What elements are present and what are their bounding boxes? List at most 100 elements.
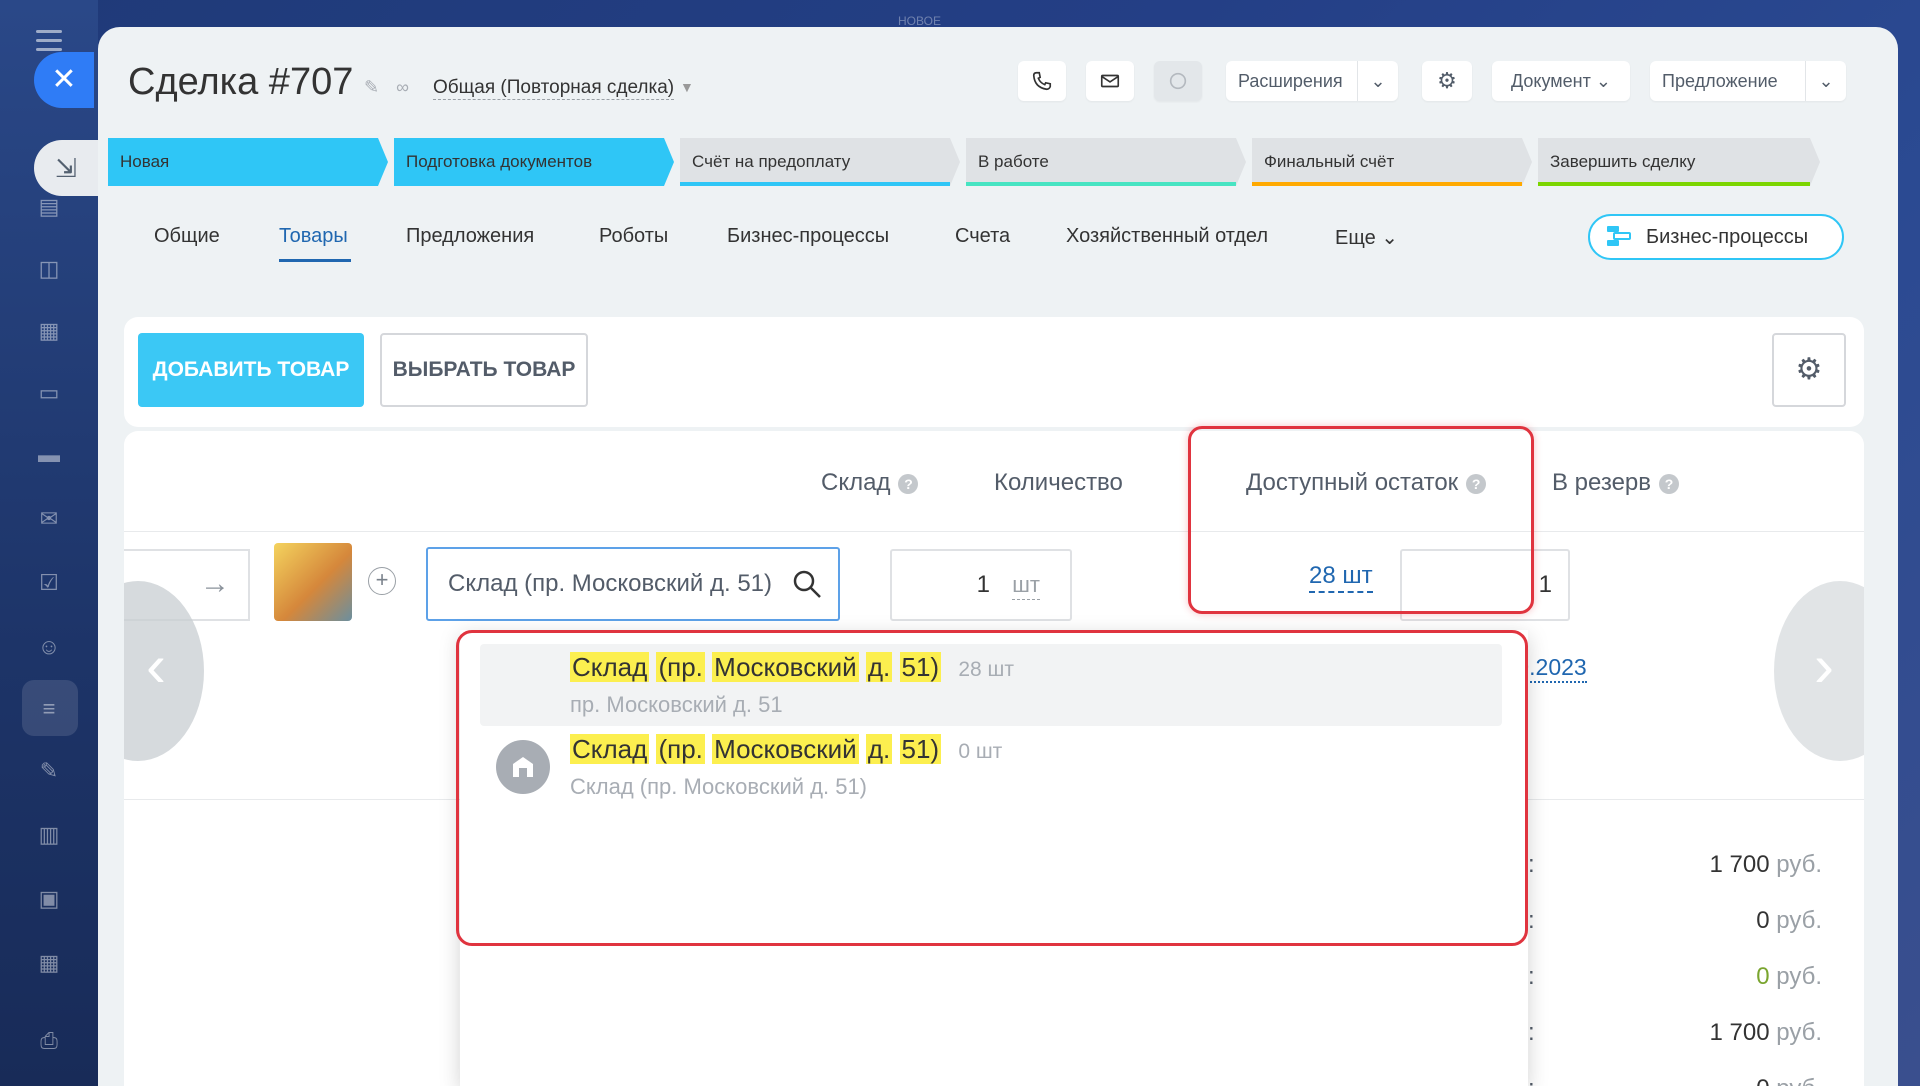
currency: руб. xyxy=(1776,963,1822,990)
tab-offers[interactable]: Предложения xyxy=(406,225,534,248)
phone-icon xyxy=(1032,71,1052,91)
business-processes-button[interactable]: Бизнес-процессы xyxy=(1588,214,1844,260)
stage-label: Счёт на предоплату xyxy=(692,152,851,171)
dropdown-highlight xyxy=(456,630,1528,946)
stage-new[interactable]: Новая xyxy=(108,138,388,186)
stage-final-invoice[interactable]: Финальный счёт xyxy=(1252,138,1532,186)
gear-icon: ⚙ xyxy=(1437,68,1457,93)
tasks-icon[interactable]: ☑ xyxy=(34,568,64,598)
chevron-down-icon[interactable]: ▼ xyxy=(680,79,694,95)
deal-category-selector[interactable]: Общая (Повторная сделка) xyxy=(433,77,675,100)
total-value: 0 руб. xyxy=(1756,963,1822,991)
tab-invoices[interactable]: Счета xyxy=(955,225,1010,248)
call-button[interactable] xyxy=(1018,61,1066,101)
total-label: : xyxy=(1528,851,1535,878)
grid-icon[interactable]: ▦ xyxy=(34,948,64,978)
edit-link-icons[interactable]: ✎ ∞ xyxy=(364,77,415,98)
sites-icon[interactable]: ▣ xyxy=(34,884,64,914)
stage-in-work[interactable]: В работе xyxy=(966,138,1246,186)
stage-docs[interactable]: Подготовка документов xyxy=(394,138,674,186)
tab-more-label: Еще xyxy=(1335,227,1376,249)
help-icon[interactable]: ? xyxy=(898,473,919,494)
calendar-icon[interactable]: ▦ xyxy=(34,316,64,346)
edit-icon[interactable]: ✎ xyxy=(34,756,64,786)
unit-selector[interactable]: шт xyxy=(1012,571,1040,600)
crm-icon[interactable]: ≡ xyxy=(34,694,64,724)
chart-icon[interactable]: ▥ xyxy=(34,820,64,850)
extensions-button[interactable]: Расширения ⌄ xyxy=(1226,61,1398,101)
stage-prepay[interactable]: Счёт на предоплату xyxy=(680,138,960,186)
add-product-button[interactable]: ДОБАВИТЬ ТОВАР xyxy=(138,333,364,407)
total-label: : xyxy=(1528,963,1535,990)
warehouse-input-value: Склад (пр. Московский д. 51) xyxy=(448,570,773,597)
column-label: В резерв xyxy=(1552,469,1652,496)
bp-button-label: Бизнес-процессы xyxy=(1646,226,1809,248)
print-icon[interactable]: ⎙ xyxy=(34,1026,64,1056)
amount: 0 xyxy=(1756,1075,1769,1086)
tab-more[interactable]: Еще ⌄ xyxy=(1335,225,1398,250)
amount: 1 700 xyxy=(1709,1019,1770,1046)
stage-finish[interactable]: Завершить сделку xyxy=(1538,138,1820,186)
column-warehouse: Склад? xyxy=(821,469,919,497)
stage-label: Новая xyxy=(120,152,170,171)
amount: 1 700 xyxy=(1709,851,1770,878)
document-icon[interactable]: ▤ xyxy=(34,192,64,222)
document-label: Документ xyxy=(1511,71,1591,91)
document-button[interactable]: Документ ⌄ xyxy=(1492,61,1630,101)
active-tab-indicator xyxy=(279,259,351,262)
search-icon[interactable] xyxy=(792,569,822,599)
column-reserve: В резерв? xyxy=(1552,469,1680,497)
tab-business-dept[interactable]: Хозяйственный отдел xyxy=(1066,225,1268,248)
products-toolbar: ДОБАВИТЬ ТОВАР ВЫБРАТЬ ТОВАР ⚙ xyxy=(124,317,1864,427)
expand-icon[interactable]: ⇲ xyxy=(34,140,98,196)
currency: руб. xyxy=(1776,1019,1822,1046)
contacts-icon[interactable]: ☺ xyxy=(34,632,64,662)
total-label: : xyxy=(1528,1075,1535,1086)
column-label: Склад xyxy=(821,469,891,496)
chevron-down-icon: ⌄ xyxy=(1381,227,1399,249)
product-image[interactable] xyxy=(274,543,352,621)
tab-business-processes[interactable]: Бизнес-процессы xyxy=(727,225,889,248)
currency: руб. xyxy=(1776,851,1822,878)
currency: руб. xyxy=(1776,907,1822,934)
chat-icon xyxy=(1169,72,1187,90)
add-image-icon[interactable]: + xyxy=(368,567,396,595)
tab-robots[interactable]: Роботы xyxy=(599,225,668,248)
offer-label: Предложение xyxy=(1662,71,1778,91)
scroll-right-button[interactable]: › xyxy=(1774,581,1864,761)
amount: 0 xyxy=(1756,963,1770,990)
chat-button[interactable] xyxy=(1154,61,1202,101)
mail-icon xyxy=(1100,74,1120,88)
close-icon[interactable]: ✕ xyxy=(34,52,94,108)
total-label: : xyxy=(1528,1019,1535,1046)
offer-button[interactable]: Предложение ⌄ xyxy=(1650,61,1846,101)
file-icon[interactable]: ▭ xyxy=(34,378,64,408)
card-icon[interactable]: ▬ xyxy=(34,440,64,470)
settings-button[interactable]: ⚙ xyxy=(1422,61,1472,101)
mail-button[interactable] xyxy=(1086,61,1134,101)
quantity-field[interactable]: 1 шт xyxy=(890,549,1072,621)
tab-products[interactable]: Товары xyxy=(279,225,348,248)
header-divider xyxy=(124,531,1864,532)
chat-icon[interactable]: ◫ xyxy=(34,254,64,284)
column-quantity: Количество xyxy=(994,469,1123,496)
total-value: 1 700 руб. xyxy=(1710,851,1823,879)
grid-settings-button[interactable]: ⚙ xyxy=(1772,333,1846,407)
extensions-label: Расширения xyxy=(1238,71,1343,91)
business-process-icon xyxy=(1607,226,1631,246)
amount: 0 xyxy=(1756,907,1770,934)
quantity-value: 1 xyxy=(976,571,990,598)
currency: руб. xyxy=(1776,1075,1822,1086)
stage-label: Финальный счёт xyxy=(1264,152,1395,171)
tab-general[interactable]: Общие xyxy=(154,225,220,248)
chevron-down-icon: ⌄ xyxy=(1595,71,1611,91)
chevron-down-icon[interactable]: ⌄ xyxy=(1805,61,1846,101)
mail-icon[interactable]: ✉ xyxy=(34,504,64,534)
total-value: 0 руб. xyxy=(1756,1075,1822,1086)
warehouse-search-input[interactable]: Склад (пр. Московский д. 51) xyxy=(426,547,840,621)
chevron-down-icon[interactable]: ⌄ xyxy=(1357,61,1398,101)
total-value: 1 700 руб. xyxy=(1710,1019,1823,1047)
select-product-button[interactable]: ВЫБРАТЬ ТОВАР xyxy=(380,333,588,407)
arrow-right-icon: → xyxy=(200,567,230,600)
help-icon[interactable]: ? xyxy=(1659,473,1680,494)
